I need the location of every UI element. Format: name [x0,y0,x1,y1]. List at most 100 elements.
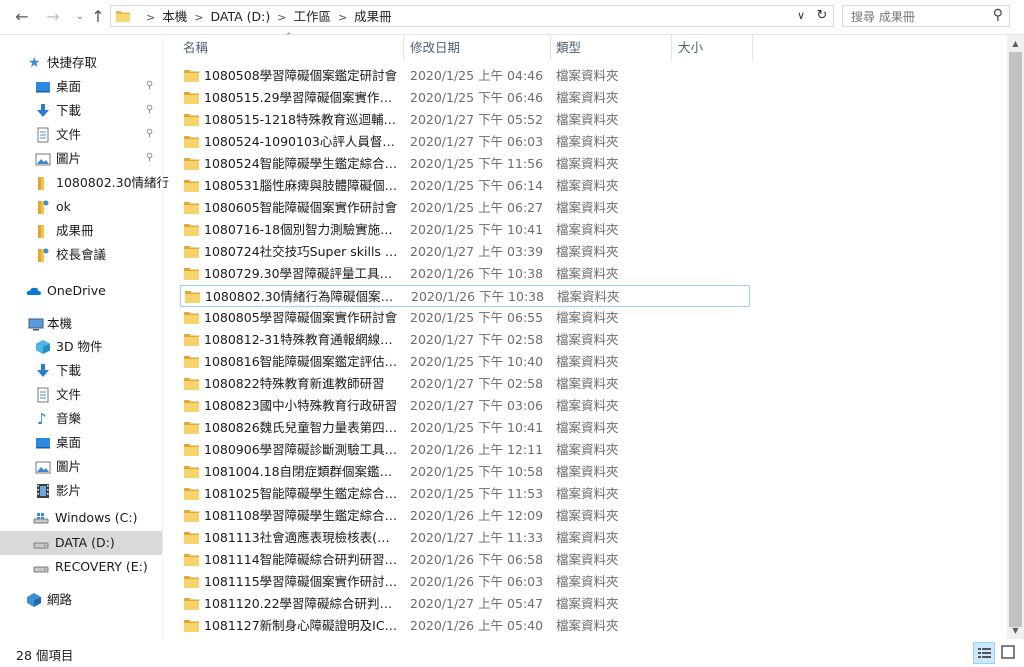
pin-icon[interactable]: ⚲ [146,80,156,92]
breadcrumb-item[interactable]: DATA (D:) [210,8,270,26]
nav-pc-documents[interactable]: 文件 [0,383,162,407]
file-name[interactable]: 1080822特殊教育新進教師研習 [204,376,399,392]
file-name[interactable]: 1081114智能障礙綜合研判研習-第二場 [204,552,399,568]
file-name[interactable]: 1080823國中小特殊教育行政研習 [204,398,399,414]
file-row[interactable]: 1080826魏氏兒童智力量表第四版研習 2020/1/25 下午 10:41 檔案… [180,417,750,439]
file-name[interactable]: 1081120.22學習障礙綜合研判研習 [204,596,399,612]
file-name[interactable]: 1080531腦性麻痺與肢體障礙個案研討 [204,178,399,194]
column-divider[interactable] [752,35,753,61]
large-icons-view-button[interactable] [998,642,1020,664]
breadcrumb-item[interactable]: 工作區 [293,8,331,26]
file-name[interactable]: 1081004.18自閉症類群個案鑑定研討 [204,464,399,480]
nav-quick-access[interactable]: ★ 快捷存取 [0,51,162,75]
file-name[interactable]: 1080508學習障礙個案鑑定研討會 [204,68,399,84]
file-name[interactable]: 1081113社會適應表現檢核表(陳榮華) [204,530,399,546]
nav-quick-meeting[interactable]: 校長會議 [0,243,162,267]
column-header-modified[interactable]: 修改日期 [410,40,460,56]
file-row[interactable]: 1080508學習障礙個案鑑定研討會 2020/1/25 上午 04:46 檔案資料… [180,65,750,87]
file-row[interactable]: 1080906學習障礙診斷測驗工具研習 2020/1/26 上午 12:11 檔案資… [180,439,750,461]
file-row[interactable]: 1080812-31特殊教育通報網線上研習 2020/1/27 下午 02:58 檔… [180,329,750,351]
back-arrow-icon[interactable]: ← [12,7,32,27]
up-arrow-icon[interactable]: ↑ [88,7,108,27]
file-name[interactable]: 1081127新制身心障礙證明及ICF研習 [204,618,399,634]
nav-onedrive[interactable]: OneDrive [0,279,162,303]
nav-pc-music[interactable]: ♪ 音樂 [0,407,162,431]
breadcrumb-item[interactable]: 本機 [162,8,187,26]
chevron-right-icon[interactable]: > [194,9,203,27]
column-divider[interactable] [550,35,551,61]
file-name[interactable]: 1080515.29學習障礙個案實作研習 [204,90,399,106]
address-history-dropdown-icon[interactable]: ∨ [793,7,809,25]
file-name[interactable]: 1080802.30情緒行為障礙個案鑑定研習 [205,289,400,305]
file-name[interactable]: 1080524-1090103心評人員督導會議 [204,134,399,150]
nav-drive-d[interactable]: DATA (D:) [0,531,162,555]
column-divider[interactable] [403,35,404,61]
nav-quick-documents[interactable]: 文件 ⚲ [0,123,162,147]
file-row[interactable]: 1081127新制身心障礙證明及ICF研習 2020/1/26 上午 05:40 檔… [180,615,750,637]
file-name[interactable]: 1080716-18個別智力測驗實施與解釋 [204,222,399,238]
file-name[interactable]: 1080816智能障礙個案鑑定評估研習 [204,354,399,370]
nav-pc-videos[interactable]: 影片 [0,479,162,503]
nav-drive-c[interactable]: Windows (C:) [0,506,162,530]
file-row[interactable]: 1080605智能障礙個案實作研討會 2020/1/25 上午 06:27 檔案資料… [180,197,750,219]
address-field[interactable]: > 本機 > DATA (D:) > 工作區 > 成果冊 ∨ ↻ [110,5,834,27]
nav-pc-downloads[interactable]: 下載 [0,359,162,383]
scroll-down-arrow-icon[interactable]: ▼ [1007,622,1024,639]
chevron-right-icon[interactable]: > [338,9,347,27]
file-row[interactable]: 1081120.22學習障礙綜合研判研習 2020/1/27 上午 05:47 檔案… [180,593,750,615]
details-view-button[interactable] [973,642,995,664]
file-row[interactable]: 1080524智能障礙學生鑑定綜合研判 2020/1/25 下午 11:56 檔案資… [180,153,750,175]
file-row[interactable]: 1081114智能障礙綜合研判研習-第二場 2020/1/26 下午 06:58 檔… [180,549,750,571]
file-name[interactable]: 1080729.30學習障礙評量工具結果分析 [204,266,399,282]
file-row[interactable]: 1080531腦性麻痺與肢體障礙個案研討 2020/1/25 下午 06:14 檔案… [180,175,750,197]
file-row[interactable]: 1080729.30學習障礙評量工具結果分析 2020/1/26 下午 10:38… [180,263,750,285]
file-row[interactable]: 1080515.29學習障礙個案實作研習 2020/1/25 下午 06:46 檔案… [180,87,750,109]
file-row[interactable]: 1081025智能障礙學生鑑定綜合研判 2020/1/25 下午 11:53 檔案資… [180,483,750,505]
search-icon[interactable]: ⚲ [993,7,1003,23]
nav-network[interactable]: 網路 [0,588,162,612]
file-name[interactable]: 1080805學習障礙個案實作研討會 [204,310,399,326]
file-name[interactable]: 1080826魏氏兒童智力量表第四版研習 [204,420,399,436]
search-input[interactable] [849,8,989,26]
file-row[interactable]: 1080524-1090103心評人員督導會議 2020/1/27 下午 06:0… [180,131,750,153]
nav-quick-results[interactable]: 成果冊 [0,219,162,243]
file-name[interactable]: 1080605智能障礙個案實作研討會 [204,200,399,216]
pin-icon[interactable]: ⚲ [146,128,156,140]
vertical-scrollbar[interactable]: ▲ ▼ [1007,35,1024,639]
chevron-right-icon[interactable]: > [146,9,155,27]
file-row[interactable]: 1080816智能障礙個案鑑定評估研習 2020/1/25 下午 10:40 檔案資… [180,351,750,373]
chevron-right-icon[interactable]: > [277,9,286,27]
file-row[interactable]: 1081113社會適應表現檢核表(陳榮華) 2020/1/27 上午 11:33 檔… [180,527,750,549]
column-header-size[interactable]: 大小 [678,40,703,56]
pane-divider[interactable] [162,35,163,639]
file-row[interactable]: 1080724社交技巧Super skills 教學研習 2020/1/27 上午… [180,241,750,263]
refresh-icon[interactable]: ↻ [813,7,831,25]
file-row[interactable]: 1080716-18個別智力測驗實施與解釋 2020/1/25 下午 10:41 檔… [180,219,750,241]
file-row[interactable]: 1081115學習障礙個案實作研討(第二場) 2020/1/26 下午 06:03… [180,571,750,593]
file-row[interactable]: 1080805學習障礙個案實作研討會 2020/1/25 下午 06:55 檔案資料… [180,307,750,329]
file-name[interactable]: 1080724社交技巧Super skills 教學研習 [204,244,399,260]
nav-quick-desktop[interactable]: 桌面 ⚲ [0,75,162,99]
recent-locations-chevron-icon[interactable]: ⌄ [70,7,90,27]
file-row[interactable]: 1080802.30情緒行為障礙個案鑑定研習 2020/1/26 下午 10:38… [180,285,750,307]
column-divider[interactable] [671,35,672,61]
breadcrumb-item[interactable]: 成果冊 [354,8,392,26]
file-row[interactable]: 1081108學習障礙學生鑑定綜合研判 2020/1/26 上午 12:09 檔案資… [180,505,750,527]
file-name[interactable]: 1081108學習障礙學生鑑定綜合研判 [204,508,399,524]
file-row[interactable]: 1080822特殊教育新進教師研習 2020/1/27 下午 02:58 檔案資料夾 [180,373,750,395]
nav-quick-ok[interactable]: ok [0,195,162,219]
pin-icon[interactable]: ⚲ [146,104,156,116]
nav-quick-downloads[interactable]: 下載 ⚲ [0,99,162,123]
file-row[interactable]: 1080515-1218特殊教育巡迴輔導研習 2020/1/27 下午 05:52… [180,109,750,131]
file-name[interactable]: 1080812-31特殊教育通報網線上研習 [204,332,399,348]
file-name[interactable]: 1080906學習障礙診斷測驗工具研習 [204,442,399,458]
scroll-up-arrow-icon[interactable]: ▲ [1007,35,1024,52]
column-header-name[interactable]: 名稱 [183,40,208,56]
nav-quick-folder[interactable]: 1080802.30情緒行 [0,171,169,195]
pin-icon[interactable]: ⚲ [146,152,156,164]
column-header-type[interactable]: 類型 [556,40,581,56]
nav-quick-pictures[interactable]: 圖片 ⚲ [0,147,162,171]
file-row[interactable]: 1080823國中小特殊教育行政研習 2020/1/27 下午 03:06 檔案資料… [180,395,750,417]
search-box[interactable]: ⚲ [842,5,1010,27]
forward-arrow-icon[interactable]: → [43,7,63,27]
